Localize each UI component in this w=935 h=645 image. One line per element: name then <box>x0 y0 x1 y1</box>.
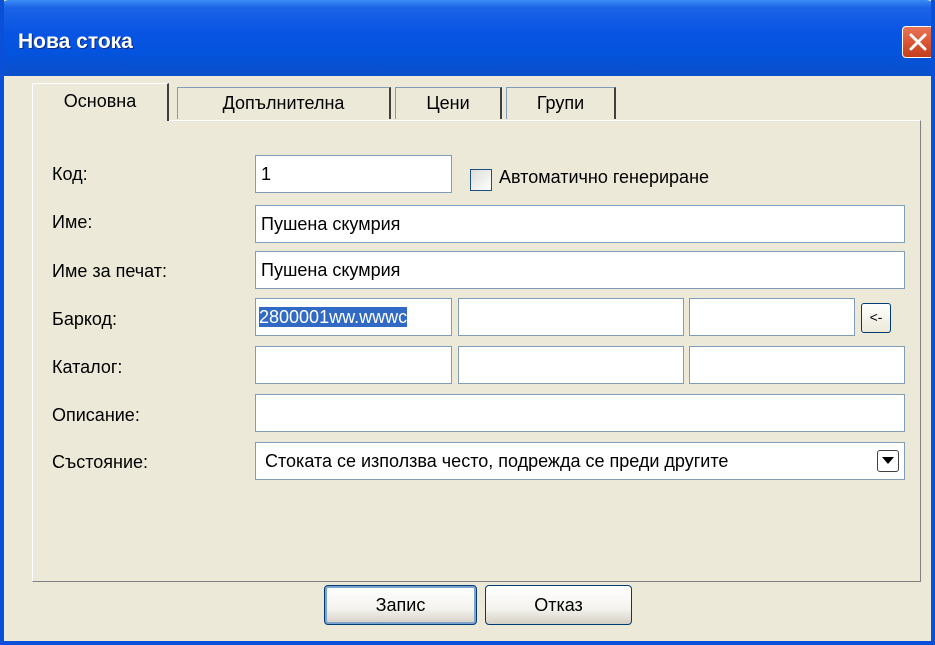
title-bar[interactable]: Нова стока <box>4 0 931 76</box>
barcode-field-1[interactable]: 2800001ww.wwwc <box>255 298 452 336</box>
description-label: Описание: <box>52 405 140 425</box>
catalog-label: Каталог: <box>52 357 123 377</box>
dialog-window: Нова стока Основна Допълнителна Цени Гру… <box>0 0 935 645</box>
save-button[interactable]: Запис <box>324 585 477 625</box>
status-label: Състояние: <box>52 452 149 472</box>
cancel-button[interactable]: Отказ <box>485 585 632 625</box>
catalog-field-3[interactable] <box>689 346 905 384</box>
barcode-label: Баркод: <box>52 309 118 329</box>
name-field[interactable]: Пушена скумрия <box>255 205 905 243</box>
tab-groups[interactable]: Групи <box>506 87 616 119</box>
name-label: Име: <box>52 212 93 232</box>
tab-main[interactable]: Основна <box>32 83 169 121</box>
catalog-field-1[interactable] <box>255 346 452 384</box>
status-dropdown-button[interactable] <box>877 450 899 472</box>
description-field[interactable] <box>255 394 905 432</box>
chevron-down-icon <box>882 457 894 464</box>
auto-generate-label: Автоматично генериране <box>499 167 710 187</box>
code-field[interactable]: 1 <box>255 155 452 193</box>
status-select[interactable]: Стоката се използва често, подрежда се п… <box>255 442 905 480</box>
catalog-field-2[interactable] <box>458 346 684 384</box>
auto-generate-checkbox[interactable] <box>470 169 492 191</box>
barcode-field-2[interactable] <box>458 298 684 336</box>
barcode-fill-button[interactable]: <- <box>861 303 891 333</box>
window-title: Нова стока <box>18 30 133 53</box>
print-name-label: Име за печат: <box>52 261 167 281</box>
barcode-value-1: 2800001ww.wwwc <box>259 307 408 327</box>
tab-prices[interactable]: Цени <box>395 87 502 119</box>
tab-additional[interactable]: Допълнителна <box>177 87 391 119</box>
print-name-field[interactable]: Пушена скумрия <box>255 251 905 289</box>
close-button[interactable] <box>902 26 931 58</box>
code-label: Код: <box>52 164 88 184</box>
barcode-field-3[interactable] <box>689 298 855 336</box>
close-icon <box>909 33 927 51</box>
